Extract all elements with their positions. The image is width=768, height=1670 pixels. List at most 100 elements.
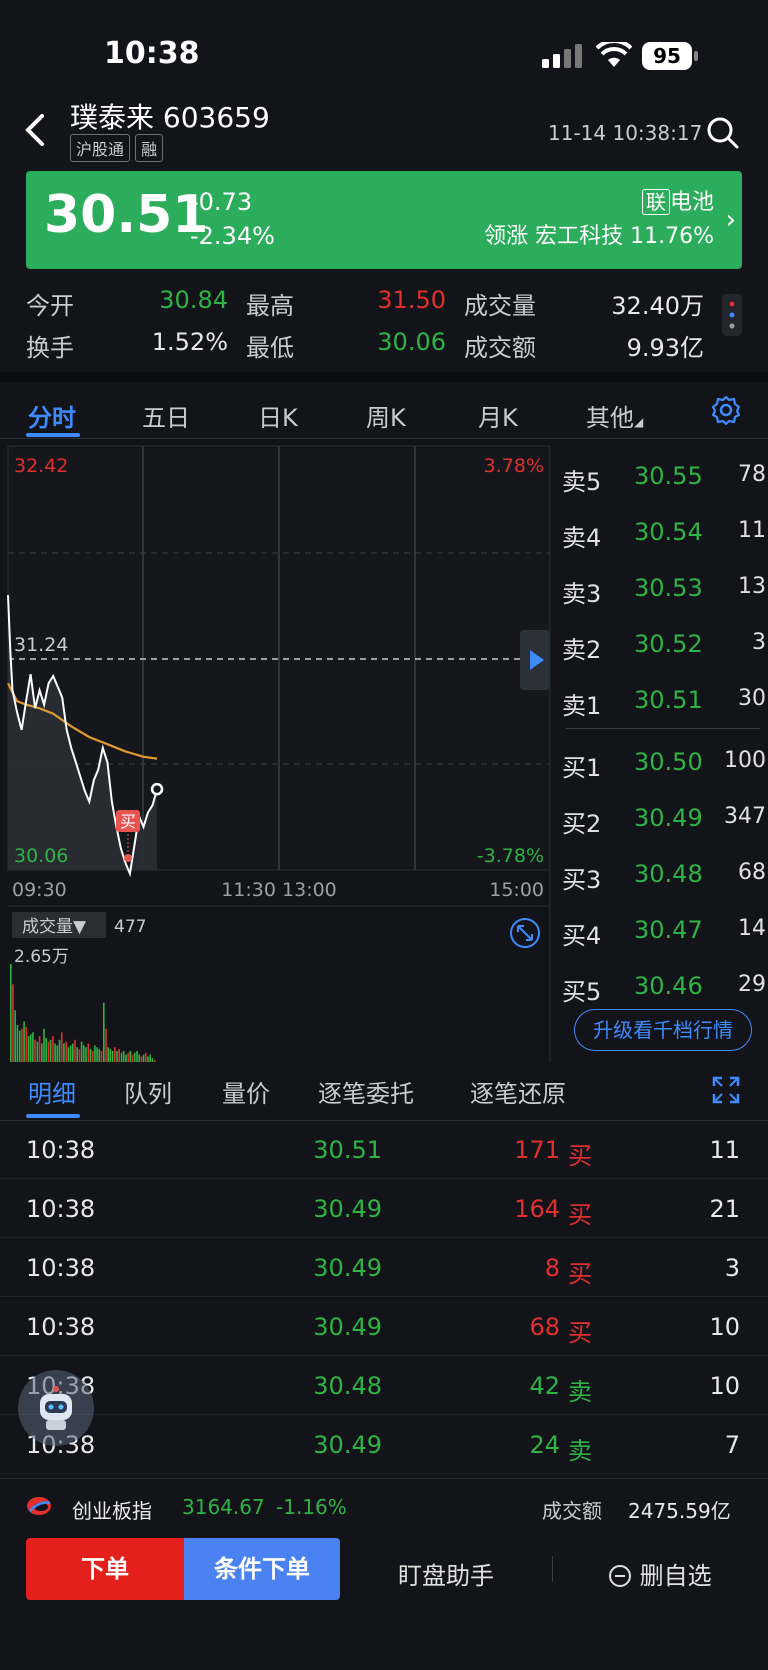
ask1-price[interactable]: 30.51 bbox=[634, 686, 703, 714]
stat-amount-label: 成交额 bbox=[464, 334, 536, 362]
index-ticker[interactable]: 创业板指 3164.67 -1.16% 成交额 2475.59亿 bbox=[0, 1478, 768, 1535]
stat-open: 30.84 bbox=[159, 286, 228, 314]
trade-time: 10:38 bbox=[26, 1313, 96, 1341]
search-icon bbox=[707, 117, 739, 149]
intraday-chart[interactable]: 买 32.42 3.78% 31.24 30.06 -3.78% 09:30 1… bbox=[0, 444, 552, 1062]
bid4-price[interactable]: 30.47 bbox=[634, 916, 703, 944]
trade-price: 30.51 bbox=[313, 1136, 382, 1164]
bid4-vol: 14 bbox=[738, 916, 766, 941]
volume-bars bbox=[10, 964, 156, 1062]
stock-title: 璞泰来 603659 bbox=[70, 101, 270, 134]
fullscreen-button[interactable] bbox=[712, 1076, 740, 1108]
volume-bar bbox=[16, 1025, 19, 1062]
ask1-vol: 30 bbox=[738, 686, 766, 711]
tab-weekly-k[interactable]: 周K bbox=[366, 398, 406, 433]
place-order-button[interactable]: 下单 bbox=[26, 1538, 184, 1600]
leader-name: 宏工科技 bbox=[535, 224, 624, 249]
back-button[interactable] bbox=[22, 112, 48, 158]
stat-high-label: 最高 bbox=[246, 292, 294, 320]
tab-tick-replay[interactable]: 逐笔还原 bbox=[470, 1074, 566, 1109]
tab-volume-price[interactable]: 量价 bbox=[222, 1074, 270, 1109]
remove-watchlist-button[interactable]: 删自选 bbox=[608, 1556, 712, 1591]
trade-row: 10:38 30.51 171 买 11 bbox=[0, 1120, 768, 1179]
leader-pct: 11.76% bbox=[630, 224, 714, 249]
volume-current: 477 bbox=[114, 917, 146, 937]
chevron-left-icon bbox=[25, 114, 44, 146]
trade-count: 11 bbox=[709, 1136, 740, 1164]
y-top-price: 32.42 bbox=[14, 455, 68, 477]
battery-tip bbox=[694, 51, 698, 61]
trade-row: 10:38 30.49 164 买 21 bbox=[0, 1179, 768, 1238]
volume-bar bbox=[60, 1032, 63, 1062]
ask3-label: 卖3 bbox=[562, 580, 602, 608]
ask3-price[interactable]: 30.53 bbox=[634, 574, 703, 602]
ask5-label: 卖5 bbox=[562, 468, 602, 496]
bid1-vol: 100 bbox=[724, 748, 766, 773]
ask4-price[interactable]: 30.54 bbox=[634, 518, 703, 546]
bid5-price[interactable]: 30.46 bbox=[634, 972, 703, 1000]
trade-count: 10 bbox=[709, 1372, 740, 1400]
more-stats-button[interactable] bbox=[722, 294, 742, 336]
bid2-price[interactable]: 30.49 bbox=[634, 804, 703, 832]
trade-count: 21 bbox=[709, 1195, 740, 1223]
price-banner[interactable]: 30.51 -0.73 -2.34% 联电池 领涨 宏工科技 11.76% › bbox=[26, 171, 742, 269]
watch-assistant-button[interactable]: 盯盘助手 bbox=[398, 1556, 494, 1591]
y-top-pct: 3.78% bbox=[484, 455, 544, 477]
stat-turnover: 1.52% bbox=[151, 328, 228, 356]
floating-assistant-button[interactable] bbox=[18, 1370, 94, 1446]
chart-settings-button[interactable] bbox=[710, 394, 742, 430]
trade-price: 30.48 bbox=[313, 1372, 382, 1400]
detail-tab-underline bbox=[26, 1114, 80, 1118]
ask2-vol: 3 bbox=[752, 630, 766, 655]
trade-volume: 171 bbox=[514, 1136, 560, 1164]
tab-daily-k[interactable]: 日K bbox=[258, 398, 298, 433]
tab-monthly-k[interactable]: 月K bbox=[478, 398, 518, 433]
robot-icon bbox=[40, 1386, 72, 1430]
bid3-price[interactable]: 30.48 bbox=[634, 860, 703, 888]
bid5-label: 买5 bbox=[562, 978, 602, 1006]
volume-bar bbox=[52, 1036, 54, 1062]
conditional-order-button[interactable]: 条件下单 bbox=[184, 1538, 340, 1600]
trade-time: 10:38 bbox=[26, 1195, 96, 1223]
trade-row: 10:38 30.49 24 卖 7 bbox=[0, 1415, 768, 1474]
tab-queue[interactable]: 队列 bbox=[124, 1074, 172, 1109]
stat-volume: 32.40万 bbox=[611, 292, 704, 320]
trade-side: 买 bbox=[568, 1260, 592, 1288]
volume-bar bbox=[34, 1039, 36, 1062]
ask2-price[interactable]: 30.52 bbox=[634, 630, 703, 658]
wifi-icon bbox=[596, 42, 632, 67]
volume-bar bbox=[29, 1034, 32, 1062]
tab-other[interactable]: 其他◢ bbox=[586, 398, 643, 433]
remove-watchlist-label: 删自选 bbox=[639, 1562, 712, 1590]
index-pct: -1.16% bbox=[276, 1495, 347, 1519]
search-button[interactable] bbox=[706, 116, 740, 154]
tab-detail[interactable]: 明细 bbox=[28, 1074, 76, 1109]
x-label-start: 09:30 bbox=[12, 879, 67, 901]
volume-bar bbox=[14, 1010, 16, 1062]
change-percent: -2.34% bbox=[190, 222, 275, 250]
tab-5day[interactable]: 五日 bbox=[142, 398, 190, 433]
sector-info[interactable]: 联电池 领涨 宏工科技 11.76% bbox=[484, 185, 714, 254]
ask3-vol: 13 bbox=[738, 574, 766, 599]
chinext-logo-icon bbox=[27, 1497, 51, 1515]
tab-order-flow[interactable]: 逐笔委托 bbox=[318, 1074, 414, 1109]
ask5-price[interactable]: 30.55 bbox=[634, 462, 703, 490]
volume-bar bbox=[18, 1030, 21, 1062]
bid2-vol: 347 bbox=[724, 804, 766, 829]
volume-bar bbox=[36, 1041, 39, 1062]
sector-badge: 联 bbox=[641, 189, 670, 215]
upgrade-depth-button[interactable]: 升级看千档行情 bbox=[574, 1009, 752, 1051]
tab-intraday[interactable]: 分时 bbox=[28, 398, 76, 433]
volume-bar bbox=[43, 1028, 45, 1062]
minus-circle-icon bbox=[609, 1565, 631, 1587]
last-price-dot bbox=[150, 782, 164, 796]
ask5-vol: 78 bbox=[738, 462, 766, 487]
trade-side: 卖 bbox=[568, 1378, 592, 1406]
quote-datetime: 11-14 10:38:17 bbox=[548, 121, 703, 145]
volume-bar bbox=[12, 984, 14, 1062]
index-amount-label: 成交额 bbox=[542, 1499, 602, 1523]
volume-selector: 成交量▼ bbox=[22, 917, 87, 937]
trade-count: 3 bbox=[724, 1254, 740, 1282]
bid1-price[interactable]: 30.50 bbox=[634, 748, 703, 776]
index-name: 创业板指 bbox=[72, 1499, 152, 1523]
